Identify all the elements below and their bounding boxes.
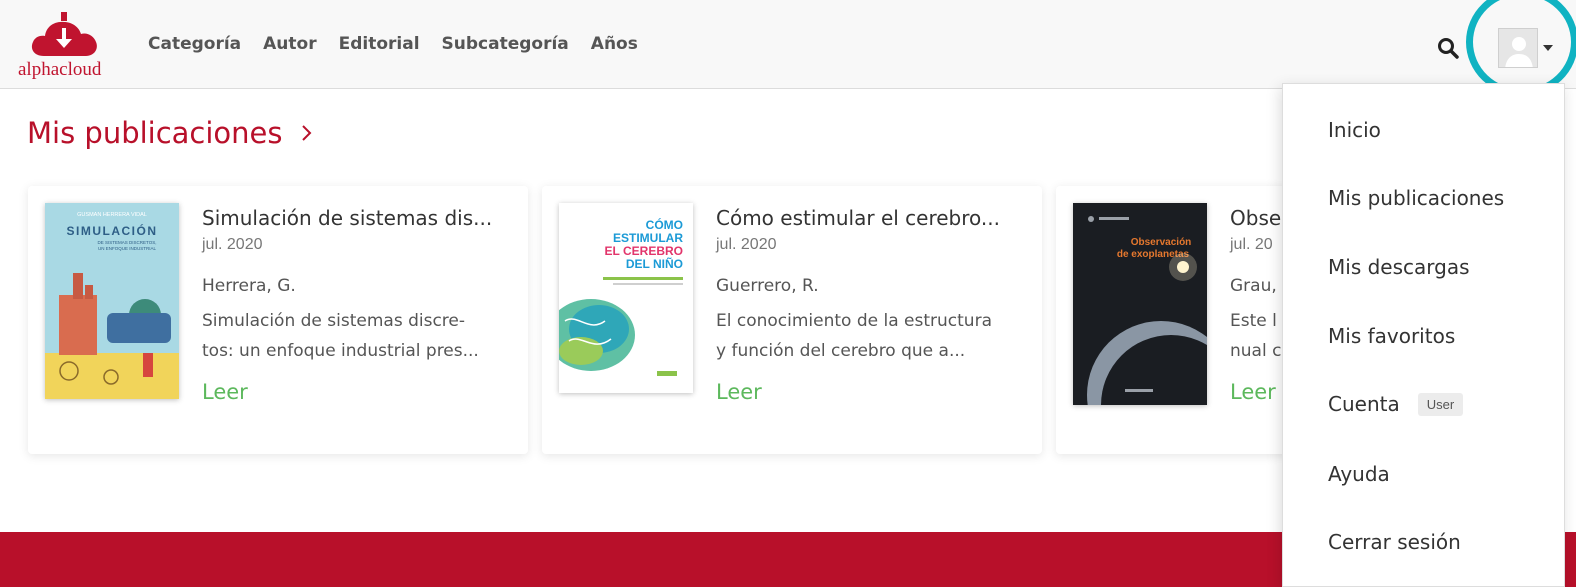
card-author: Herrera, G. <box>202 276 296 296</box>
card-description-line-2: y función del cerebro que a... <box>716 341 966 361</box>
card-info: Simulación de sistemas dis... jul. 2020 … <box>202 206 512 404</box>
cover-author: GUSMAN HERRERA VIDAL <box>77 212 147 218</box>
cover-line-3: EL CEREBRO <box>605 244 683 258</box>
menu-item-label: Cerrar sesión <box>1328 530 1461 554</box>
navbar: alphacloud Categoría Autor Editorial Sub… <box>0 0 1576 89</box>
book-cover[interactable]: Observación de exoplanetas <box>1073 203 1207 405</box>
user-dropdown-menu: Inicio Mis publicaciones Mis descargas M… <box>1282 83 1565 587</box>
cover-subtitle-2: UN ENFOQUE INDUSTRIAL <box>98 246 157 251</box>
menu-item-mis-favoritos[interactable]: Mis favoritos <box>1328 324 1455 348</box>
cover-line-1: CÓMO <box>646 217 683 232</box>
card-info: Cómo estimular el cerebro... jul. 2020 G… <box>716 206 1026 404</box>
cover-line-4: DEL NIÑO <box>626 256 683 271</box>
card-description-line-1: Simulación de sistemas discre- <box>202 311 466 331</box>
card-title[interactable]: Cómo estimular el cerebro... <box>716 206 1026 230</box>
publication-card: CÓMO ESTIMULAR EL CEREBRO DEL NIÑO Cómo … <box>542 186 1042 454</box>
read-link[interactable]: Leer <box>716 380 762 404</box>
card-description-line-1: El conocimiento de la estructura <box>716 311 992 331</box>
brand-name: alphacloud <box>18 59 102 80</box>
nav-link-anos[interactable]: Años <box>591 34 638 54</box>
caret-down-icon <box>1543 45 1553 51</box>
nav-link-subcategoria[interactable]: Subcategoría <box>442 34 569 54</box>
card-description: Simulación de sistemas discre- tos: un e… <box>202 306 512 366</box>
book-cover[interactable]: CÓMO ESTIMULAR EL CEREBRO DEL NIÑO <box>559 203 693 393</box>
read-link[interactable]: Leer <box>1230 380 1276 404</box>
cloud-logo-icon <box>31 12 97 56</box>
card-date: jul. 2020 <box>716 236 777 253</box>
menu-item-mis-descargas[interactable]: Mis descargas <box>1328 255 1470 279</box>
card-description-line-2: tos: un enfoque industrial pres... <box>202 341 479 361</box>
search-icon[interactable] <box>1436 36 1460 60</box>
book-cover[interactable]: GUSMAN HERRERA VIDAL SIMULACIÓN DE SISTE… <box>45 203 179 399</box>
menu-item-label: Mis publicaciones <box>1328 186 1505 210</box>
user-silhouette-icon <box>1499 29 1537 67</box>
main-nav: Categoría Autor Editorial Subcategoría A… <box>148 34 638 54</box>
menu-item-label: Inicio <box>1328 118 1381 142</box>
nav-link-categoria[interactable]: Categoría <box>148 34 241 54</box>
section-header[interactable]: Mis publicaciones <box>27 116 313 150</box>
menu-item-cerrar-sesion[interactable]: Cerrar sesión <box>1328 530 1461 554</box>
menu-item-cuenta[interactable]: Cuenta User <box>1328 392 1464 416</box>
user-menu-toggle[interactable] <box>1498 28 1558 68</box>
chevron-right-icon <box>301 125 311 141</box>
card-date: jul. 2020 <box>202 236 263 253</box>
user-role-badge: User <box>1417 392 1464 416</box>
card-description: El conocimiento de la estructura y funci… <box>716 306 1026 366</box>
menu-item-label: Mis descargas <box>1328 255 1470 279</box>
cover-subtitle-1: DE SISTEMAS DISCRETOS, <box>98 240 157 245</box>
menu-item-label: Cuenta <box>1328 392 1400 416</box>
avatar <box>1498 28 1538 68</box>
menu-item-label: Mis favoritos <box>1328 324 1456 348</box>
cover-line-2: ESTIMULAR <box>613 231 683 245</box>
brand-logo[interactable]: alphacloud <box>18 12 118 82</box>
cover-line-1: Observación <box>1131 237 1192 248</box>
menu-item-ayuda[interactable]: Ayuda <box>1328 462 1390 486</box>
menu-item-label: Ayuda <box>1328 462 1390 486</box>
menu-item-mis-publicaciones[interactable]: Mis publicaciones <box>1328 186 1504 210</box>
menu-item-inicio[interactable]: Inicio <box>1328 118 1381 142</box>
section-title: Mis publicaciones <box>27 116 283 150</box>
publication-card: GUSMAN HERRERA VIDAL SIMULACIÓN DE SISTE… <box>28 186 528 454</box>
card-author: Guerrero, R. <box>716 276 819 296</box>
cover-title: SIMULACIÓN <box>67 223 158 238</box>
nav-link-autor[interactable]: Autor <box>263 34 316 54</box>
read-link[interactable]: Leer <box>202 380 248 404</box>
card-title[interactable]: Simulación de sistemas dis... <box>202 206 512 230</box>
nav-link-editorial[interactable]: Editorial <box>339 34 420 54</box>
